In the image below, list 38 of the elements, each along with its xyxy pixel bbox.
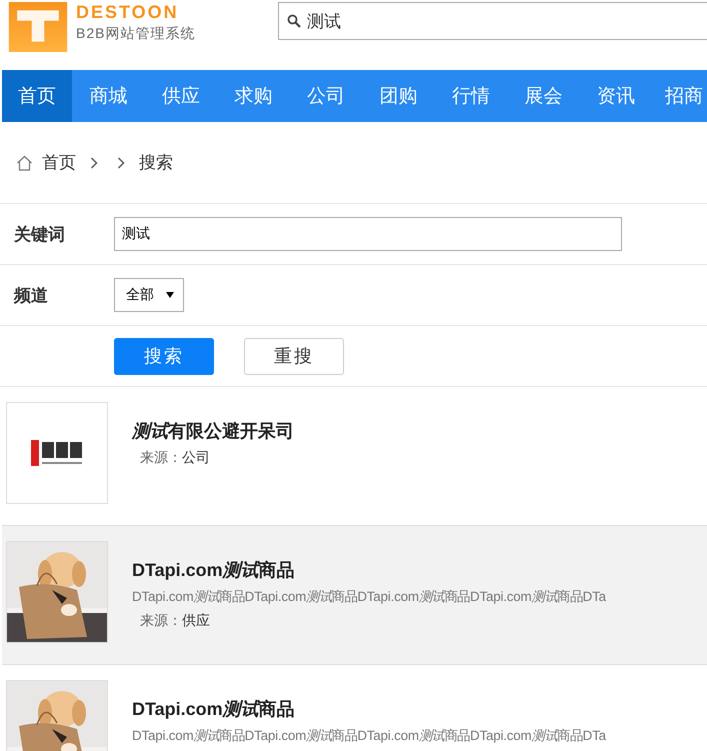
home-icon xyxy=(16,154,33,170)
nav-tab[interactable]: 行情 xyxy=(434,70,507,122)
source-label: 来源： xyxy=(140,612,182,628)
logo-text: DESTOON xyxy=(76,2,180,22)
nav-tab[interactable]: 团购 xyxy=(362,70,434,122)
keyword-field[interactable]: 测试 xyxy=(114,217,622,251)
nav-tab[interactable]: 资讯 xyxy=(580,70,652,122)
result-description: DTapi.com测试商品DTapi.com测试商品DTapi.com测试商品DTapi.com测试商品DTa xyxy=(132,588,606,606)
result-description: DTapi.com测试商品DTapi.com测试商品DTapi.com测试商品DTapi.com测试商品DTa xyxy=(132,727,606,745)
logo-tagline: B2B网站管理系统 xyxy=(76,25,196,43)
result-item[interactable]: DTapi.com测试商品 DTapi.com测试商品DTapi.com测试商品DTapi.com测试商品DTapi.com测试商品DTa xyxy=(2,665,707,751)
field-label: 频道 xyxy=(14,284,49,306)
nav-tab[interactable]: 展会 xyxy=(507,70,580,122)
nav-tab[interactable]: 公司 xyxy=(290,70,362,122)
chevron-icon xyxy=(90,156,98,168)
nav-tab[interactable]: 供应 xyxy=(144,70,217,122)
chevron-icon xyxy=(117,156,125,168)
result-title[interactable]: DTapi.com测试商品 xyxy=(132,558,606,582)
breadcrumb-link[interactable]: 搜索 xyxy=(139,151,173,174)
nav-tab[interactable]: 招商 xyxy=(652,70,707,122)
source-value: 供应 xyxy=(182,612,210,628)
source-value: 公司 xyxy=(182,449,210,465)
nav-tab[interactable]: 求购 xyxy=(217,70,290,122)
result-item[interactable]: DTapi.com测试商品 DTapi.com测试商品DTapi.com测试商品DTapi.com测试商品DTapi.com测试商品DTa 来源：供应 xyxy=(2,526,707,665)
breadcrumb-link[interactable]: 首页 xyxy=(42,151,76,174)
nav-tab[interactable]: 首页 xyxy=(2,70,72,122)
channel-dropdown[interactable]: 全部 xyxy=(114,278,184,312)
search-button[interactable]: 搜索 xyxy=(114,338,214,374)
nav-tab[interactable]: 商城 xyxy=(72,70,144,122)
source-label: 来源： xyxy=(140,449,182,465)
search-icon xyxy=(287,14,301,28)
reset-button[interactable]: 重搜 xyxy=(244,338,344,374)
result-title[interactable]: DTapi.com测试商品 xyxy=(132,697,606,721)
logo-icon xyxy=(8,2,68,52)
result-title[interactable]: 测试有限公避开呆司 xyxy=(132,419,294,443)
result-item[interactable]: 测试有限公避开呆司 来源：公司 xyxy=(2,387,707,526)
field-label: 关键词 xyxy=(14,224,66,246)
search-field[interactable]: 测试 xyxy=(278,2,707,40)
